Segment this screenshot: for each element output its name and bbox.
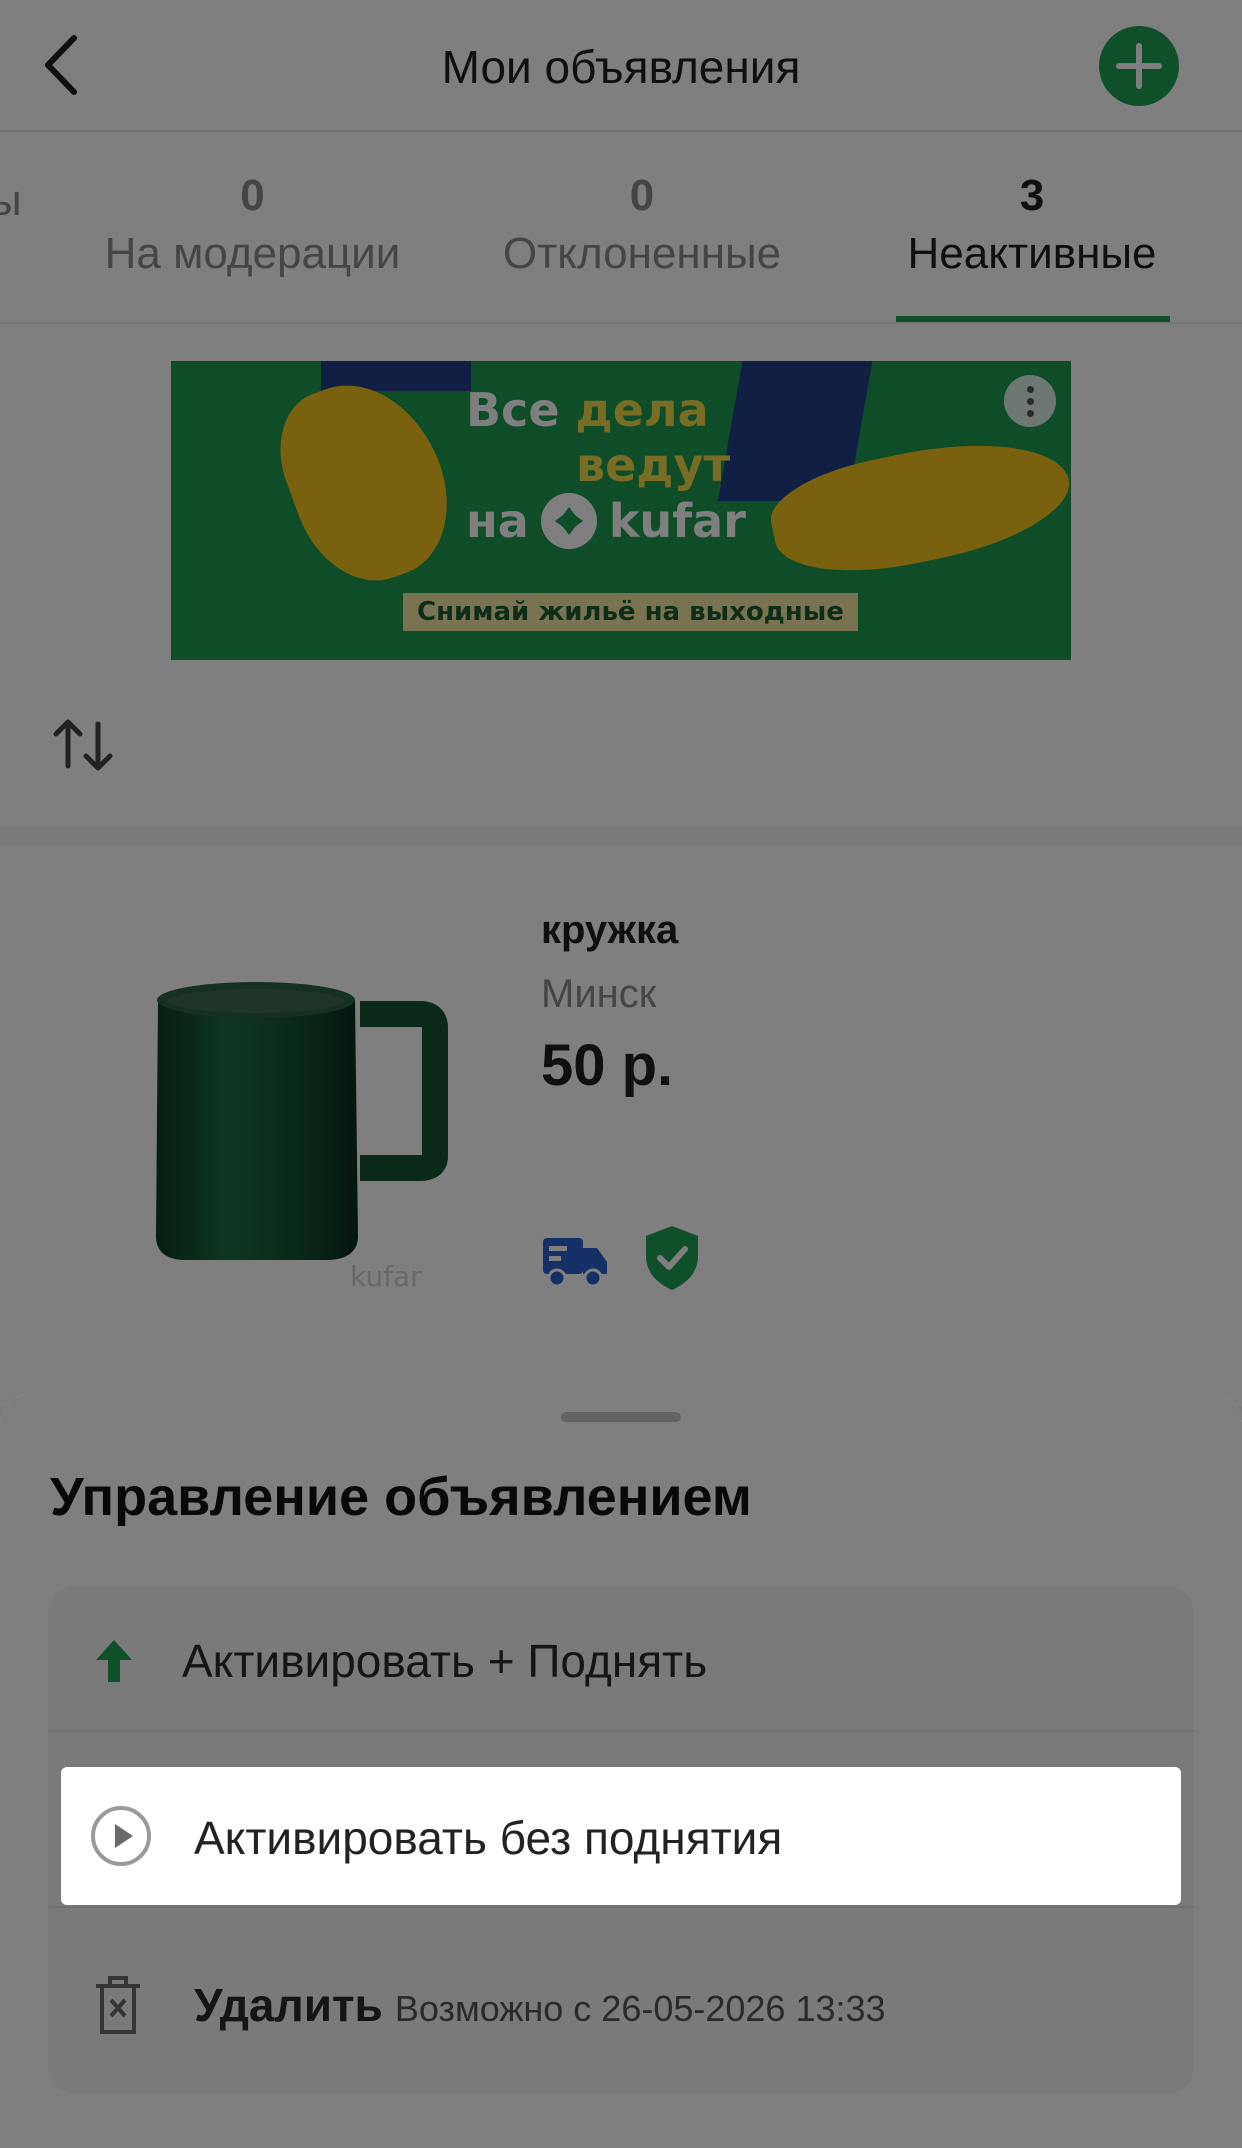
- play-circle-icon: [91, 1806, 151, 1866]
- activate-no-boost-label: Активировать без поднятия: [194, 1812, 783, 1864]
- activate-no-boost-option[interactable]: Активировать без поднятия: [61, 1767, 1181, 1905]
- listing-actions-sheet: Управление объявлением Активировать + По…: [0, 1394, 1242, 2148]
